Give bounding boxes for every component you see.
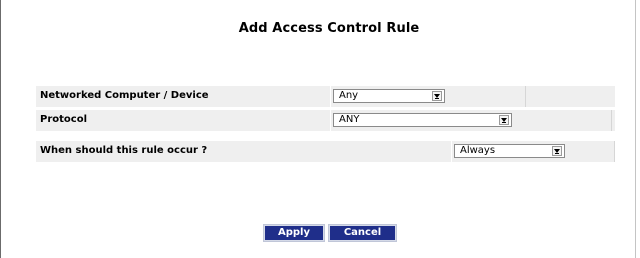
computer-label: Networked Computer / Device	[40, 90, 209, 101]
protocol-row: Protocol ANY	[36, 110, 615, 131]
computer-row: Networked Computer / Device Any	[36, 86, 615, 107]
chevron-down-icon[interactable]	[432, 91, 442, 101]
protocol-label: Protocol	[40, 114, 88, 125]
protocol-select[interactable]: ANY	[333, 113, 512, 127]
apply-button-label: Apply	[265, 226, 323, 240]
cancel-button[interactable]: Cancel	[328, 224, 397, 242]
content-frame: Add Access Control Rule Networked Comput…	[0, 0, 636, 258]
schedule-label: When should this rule occur ?	[40, 145, 208, 156]
cancel-button-label: Cancel	[330, 226, 395, 240]
protocol-select-value: ANY	[339, 114, 360, 125]
schedule-select-value: Always	[460, 145, 496, 156]
schedule-row: When should this rule occur ? Always	[36, 141, 615, 162]
computer-select-value: Any	[339, 90, 359, 101]
computer-select[interactable]: Any	[333, 89, 445, 103]
page-title: Add Access Control Rule	[238, 21, 420, 36]
schedule-select[interactable]: Always	[454, 144, 565, 158]
apply-button[interactable]: Apply	[263, 224, 325, 242]
chevron-down-icon[interactable]	[552, 146, 562, 156]
chevron-down-icon[interactable]	[499, 115, 509, 125]
